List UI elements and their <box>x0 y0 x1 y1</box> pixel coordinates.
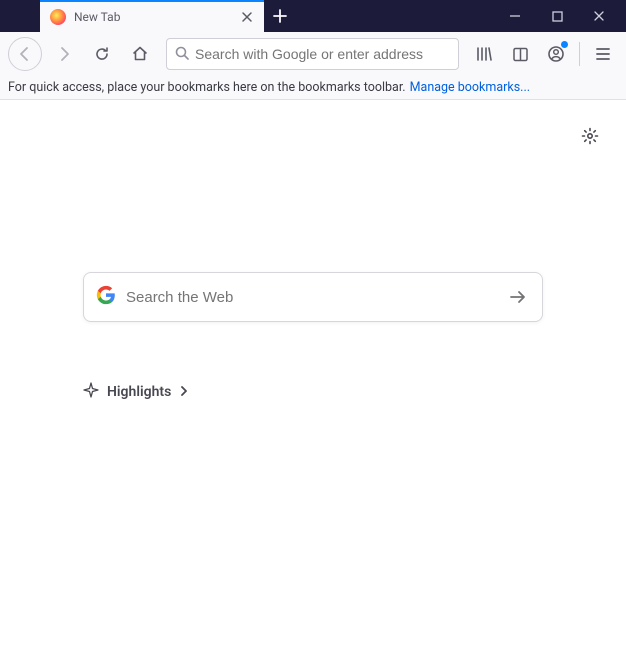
titlebar: New Tab <box>0 0 626 32</box>
minimize-button[interactable] <box>500 0 530 32</box>
window-controls <box>500 0 626 32</box>
url-bar[interactable] <box>166 38 459 70</box>
close-tab-icon[interactable] <box>238 8 256 26</box>
highlights-label: Highlights <box>107 384 171 400</box>
customize-gear-button[interactable] <box>578 124 602 148</box>
forward-button[interactable] <box>48 38 80 70</box>
newtab-search-input[interactable] <box>126 289 496 306</box>
address-input[interactable] <box>195 46 450 62</box>
chevron-right-icon <box>179 384 189 400</box>
toolbar-separator <box>579 42 580 66</box>
google-icon <box>96 285 116 309</box>
search-icon <box>175 45 189 64</box>
tab-title: New Tab <box>74 10 230 24</box>
newtab-content: Highlights <box>0 100 626 665</box>
manage-bookmarks-link[interactable]: Manage bookmarks... <box>410 80 530 95</box>
nav-toolbar <box>0 32 626 76</box>
firefox-icon <box>50 9 66 25</box>
new-tab-button[interactable] <box>264 0 296 32</box>
home-button[interactable] <box>124 38 156 70</box>
maximize-button[interactable] <box>542 0 572 32</box>
highlights-section-toggle[interactable]: Highlights <box>83 382 543 402</box>
sidebar-button[interactable] <box>505 38 535 70</box>
tab-active[interactable]: New Tab <box>40 0 264 32</box>
back-button[interactable] <box>8 37 42 71</box>
account-button[interactable] <box>541 38 571 70</box>
app-menu-button[interactable] <box>588 38 618 70</box>
search-submit-icon[interactable] <box>506 285 530 309</box>
reload-button[interactable] <box>86 38 118 70</box>
library-button[interactable] <box>469 38 499 70</box>
bookmarks-toolbar: For quick access, place your bookmarks h… <box>0 76 626 100</box>
close-window-button[interactable] <box>584 0 614 32</box>
bookmarks-hint-text: For quick access, place your bookmarks h… <box>8 80 406 95</box>
sparkle-icon <box>83 382 99 402</box>
newtab-search-box[interactable] <box>83 272 543 322</box>
